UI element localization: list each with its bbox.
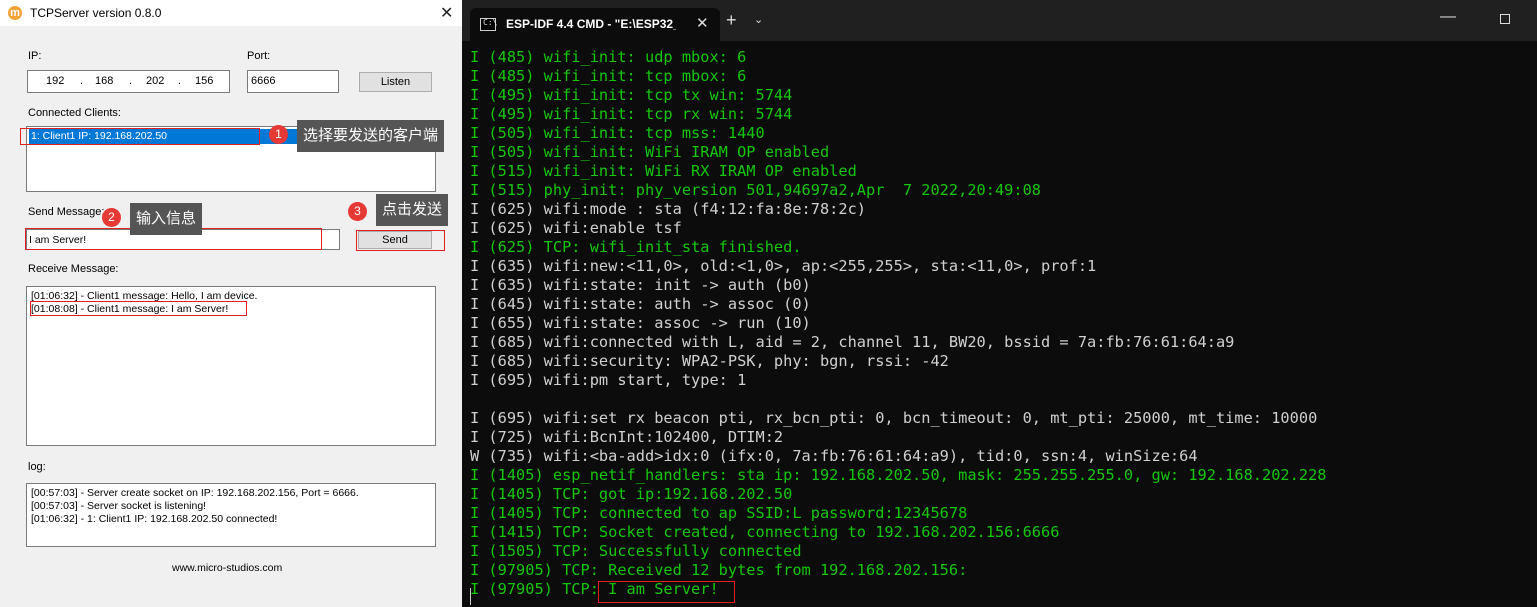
tcpserver-window: m TCPServer version 0.8.0 ✕ IP: Port: 19… — [0, 0, 462, 607]
app-logo-icon: m — [8, 6, 22, 20]
terminal-line: I (1415) TCP: Socket created, connecting… — [470, 523, 1060, 541]
highlight-received — [30, 301, 247, 316]
new-tab-icon[interactable]: + — [726, 10, 737, 31]
ip-octet-2[interactable]: 168 — [95, 75, 113, 87]
terminal-line: I (645) wifi:state: auth -> assoc (0) — [470, 295, 811, 313]
terminal-line: I (495) wifi_init: tcp rx win: 5744 — [470, 105, 793, 123]
minimize-icon[interactable]: — — [1440, 8, 1456, 26]
terminal-line: I (625) wifi:mode : sta (f4:12:fa:8e:78:… — [470, 200, 867, 218]
ip-dot: . — [178, 75, 182, 87]
terminal-line: I (685) wifi:security: WPA2-PSK, phy: bg… — [470, 352, 949, 370]
tab-close-icon[interactable]: ✕ — [696, 14, 709, 32]
log-label: log: — [28, 461, 46, 473]
window-title: TCPServer version 0.8.0 — [30, 6, 162, 20]
terminal-line: I (505) wifi_init: tcp mss: 1440 — [470, 124, 765, 142]
highlight-send — [356, 230, 445, 251]
terminal-line: I (725) wifi:BcnInt:102400, DTIM:2 — [470, 428, 784, 446]
terminal-line: I (515) phy_init: phy_version 501,94697a… — [470, 181, 1041, 199]
terminal-line: I (635) wifi:state: init -> auth (b0) — [470, 276, 811, 294]
log-entry: [01:06:32] - 1: Client1 IP: 192.168.202.… — [31, 513, 278, 525]
port-label: Port: — [247, 50, 271, 62]
step-badge-2: 2 — [102, 208, 121, 227]
highlight-client — [20, 128, 260, 145]
terminal-line: I (655) wifi:state: assoc -> run (10) — [470, 314, 811, 332]
callout-enter-message: 输入信息 — [130, 203, 203, 235]
terminal-line: I (97905) TCP: Received 12 bytes from 19… — [470, 561, 968, 579]
terminal-line: I (1405) TCP: connected to ap SSID:L pas… — [470, 504, 968, 522]
ip-dot: . — [129, 75, 133, 87]
tab-title: ESP-IDF 4.4 CMD - "E:\ESP32_ — [506, 17, 676, 31]
log-entry: [00:57:03] - Server create socket on IP:… — [31, 487, 359, 499]
terminal-line: I (495) wifi_init: tcp tx win: 5744 — [470, 86, 793, 104]
terminal-line: I (515) wifi_init: WiFi RX IRAM OP enabl… — [470, 162, 857, 180]
chevron-down-icon[interactable]: ⌄ — [754, 13, 763, 26]
ip-address-input[interactable]: 192 . 168 . 202 . 156 — [27, 70, 230, 93]
terminal-output[interactable]: I (485) wifi_init: udp mbox: 6I (485) wi… — [470, 48, 1326, 599]
ip-octet-1[interactable]: 192 — [46, 75, 64, 87]
log-box[interactable]: [00:57:03] - Server create socket on IP:… — [26, 483, 436, 547]
terminal-window: C:\ ESP-IDF 4.4 CMD - "E:\ESP32_ ✕ + ⌄ —… — [462, 0, 1537, 607]
step-badge-3: 3 — [348, 202, 367, 221]
port-input[interactable]: 6666 — [247, 70, 339, 93]
callout-click-send: 点击发送 — [376, 194, 449, 226]
terminal-line: I (1505) TCP: Successfully connected — [470, 542, 802, 560]
terminal-line: I (625) TCP: wifi_init_sta finished. — [470, 238, 802, 256]
terminal-line: I (485) wifi_init: tcp mbox: 6 — [470, 67, 747, 85]
title-bar: m TCPServer version 0.8.0 ✕ — [0, 0, 462, 26]
terminal-line: I (685) wifi:connected with L, aid = 2, … — [470, 333, 1235, 351]
terminal-tab[interactable]: C:\ ESP-IDF 4.4 CMD - "E:\ESP32_ ✕ — [470, 8, 720, 41]
close-icon[interactable]: ✕ — [440, 3, 453, 23]
log-entry: [00:57:03] - Server socket is listening! — [31, 500, 207, 512]
terminal-tab-bar: C:\ ESP-IDF 4.4 CMD - "E:\ESP32_ ✕ + ⌄ — — [462, 0, 1537, 41]
connected-clients-label: Connected Clients: — [28, 107, 121, 119]
terminal-line: I (695) wifi:set rx beacon pti, rx_bcn_p… — [470, 409, 1318, 427]
terminal-line: I (505) wifi_init: WiFi IRAM OP enabled — [470, 143, 830, 161]
receive-message-label: Receive Message: — [28, 263, 119, 275]
send-message-label: Send Message: — [28, 206, 105, 218]
ip-dot: . — [80, 75, 84, 87]
maximize-icon[interactable] — [1500, 14, 1510, 24]
ip-octet-4[interactable]: 156 — [195, 75, 213, 87]
terminal-line: I (1405) esp_netif_handlers: sta ip: 192… — [470, 466, 1327, 484]
cmd-icon: C:\ — [480, 18, 497, 31]
terminal-line: I (625) wifi:enable tsf — [470, 219, 682, 237]
listen-button[interactable]: Listen — [359, 72, 432, 92]
port-value: 6666 — [251, 75, 276, 87]
terminal-cursor — [470, 588, 471, 605]
step-badge-1: 1 — [269, 125, 288, 144]
ip-label: IP: — [28, 50, 42, 62]
footer-website: www.micro-studios.com — [172, 562, 283, 574]
terminal-line: W (735) wifi:<ba-add>idx:0 (ifx:0, 7a:fb… — [470, 447, 1198, 465]
highlight-terminal-received — [598, 581, 735, 603]
terminal-line: I (485) wifi_init: udp mbox: 6 — [470, 48, 747, 66]
terminal-line: I (1405) TCP: got ip:192.168.202.50 — [470, 485, 793, 503]
ip-octet-3[interactable]: 202 — [146, 75, 164, 87]
callout-select-client: 选择要发送的客户端 — [297, 120, 445, 152]
terminal-line: I (635) wifi:new:<11,0>, old:<1,0>, ap:<… — [470, 257, 1097, 275]
terminal-line: I (695) wifi:pm start, type: 1 — [470, 371, 747, 389]
